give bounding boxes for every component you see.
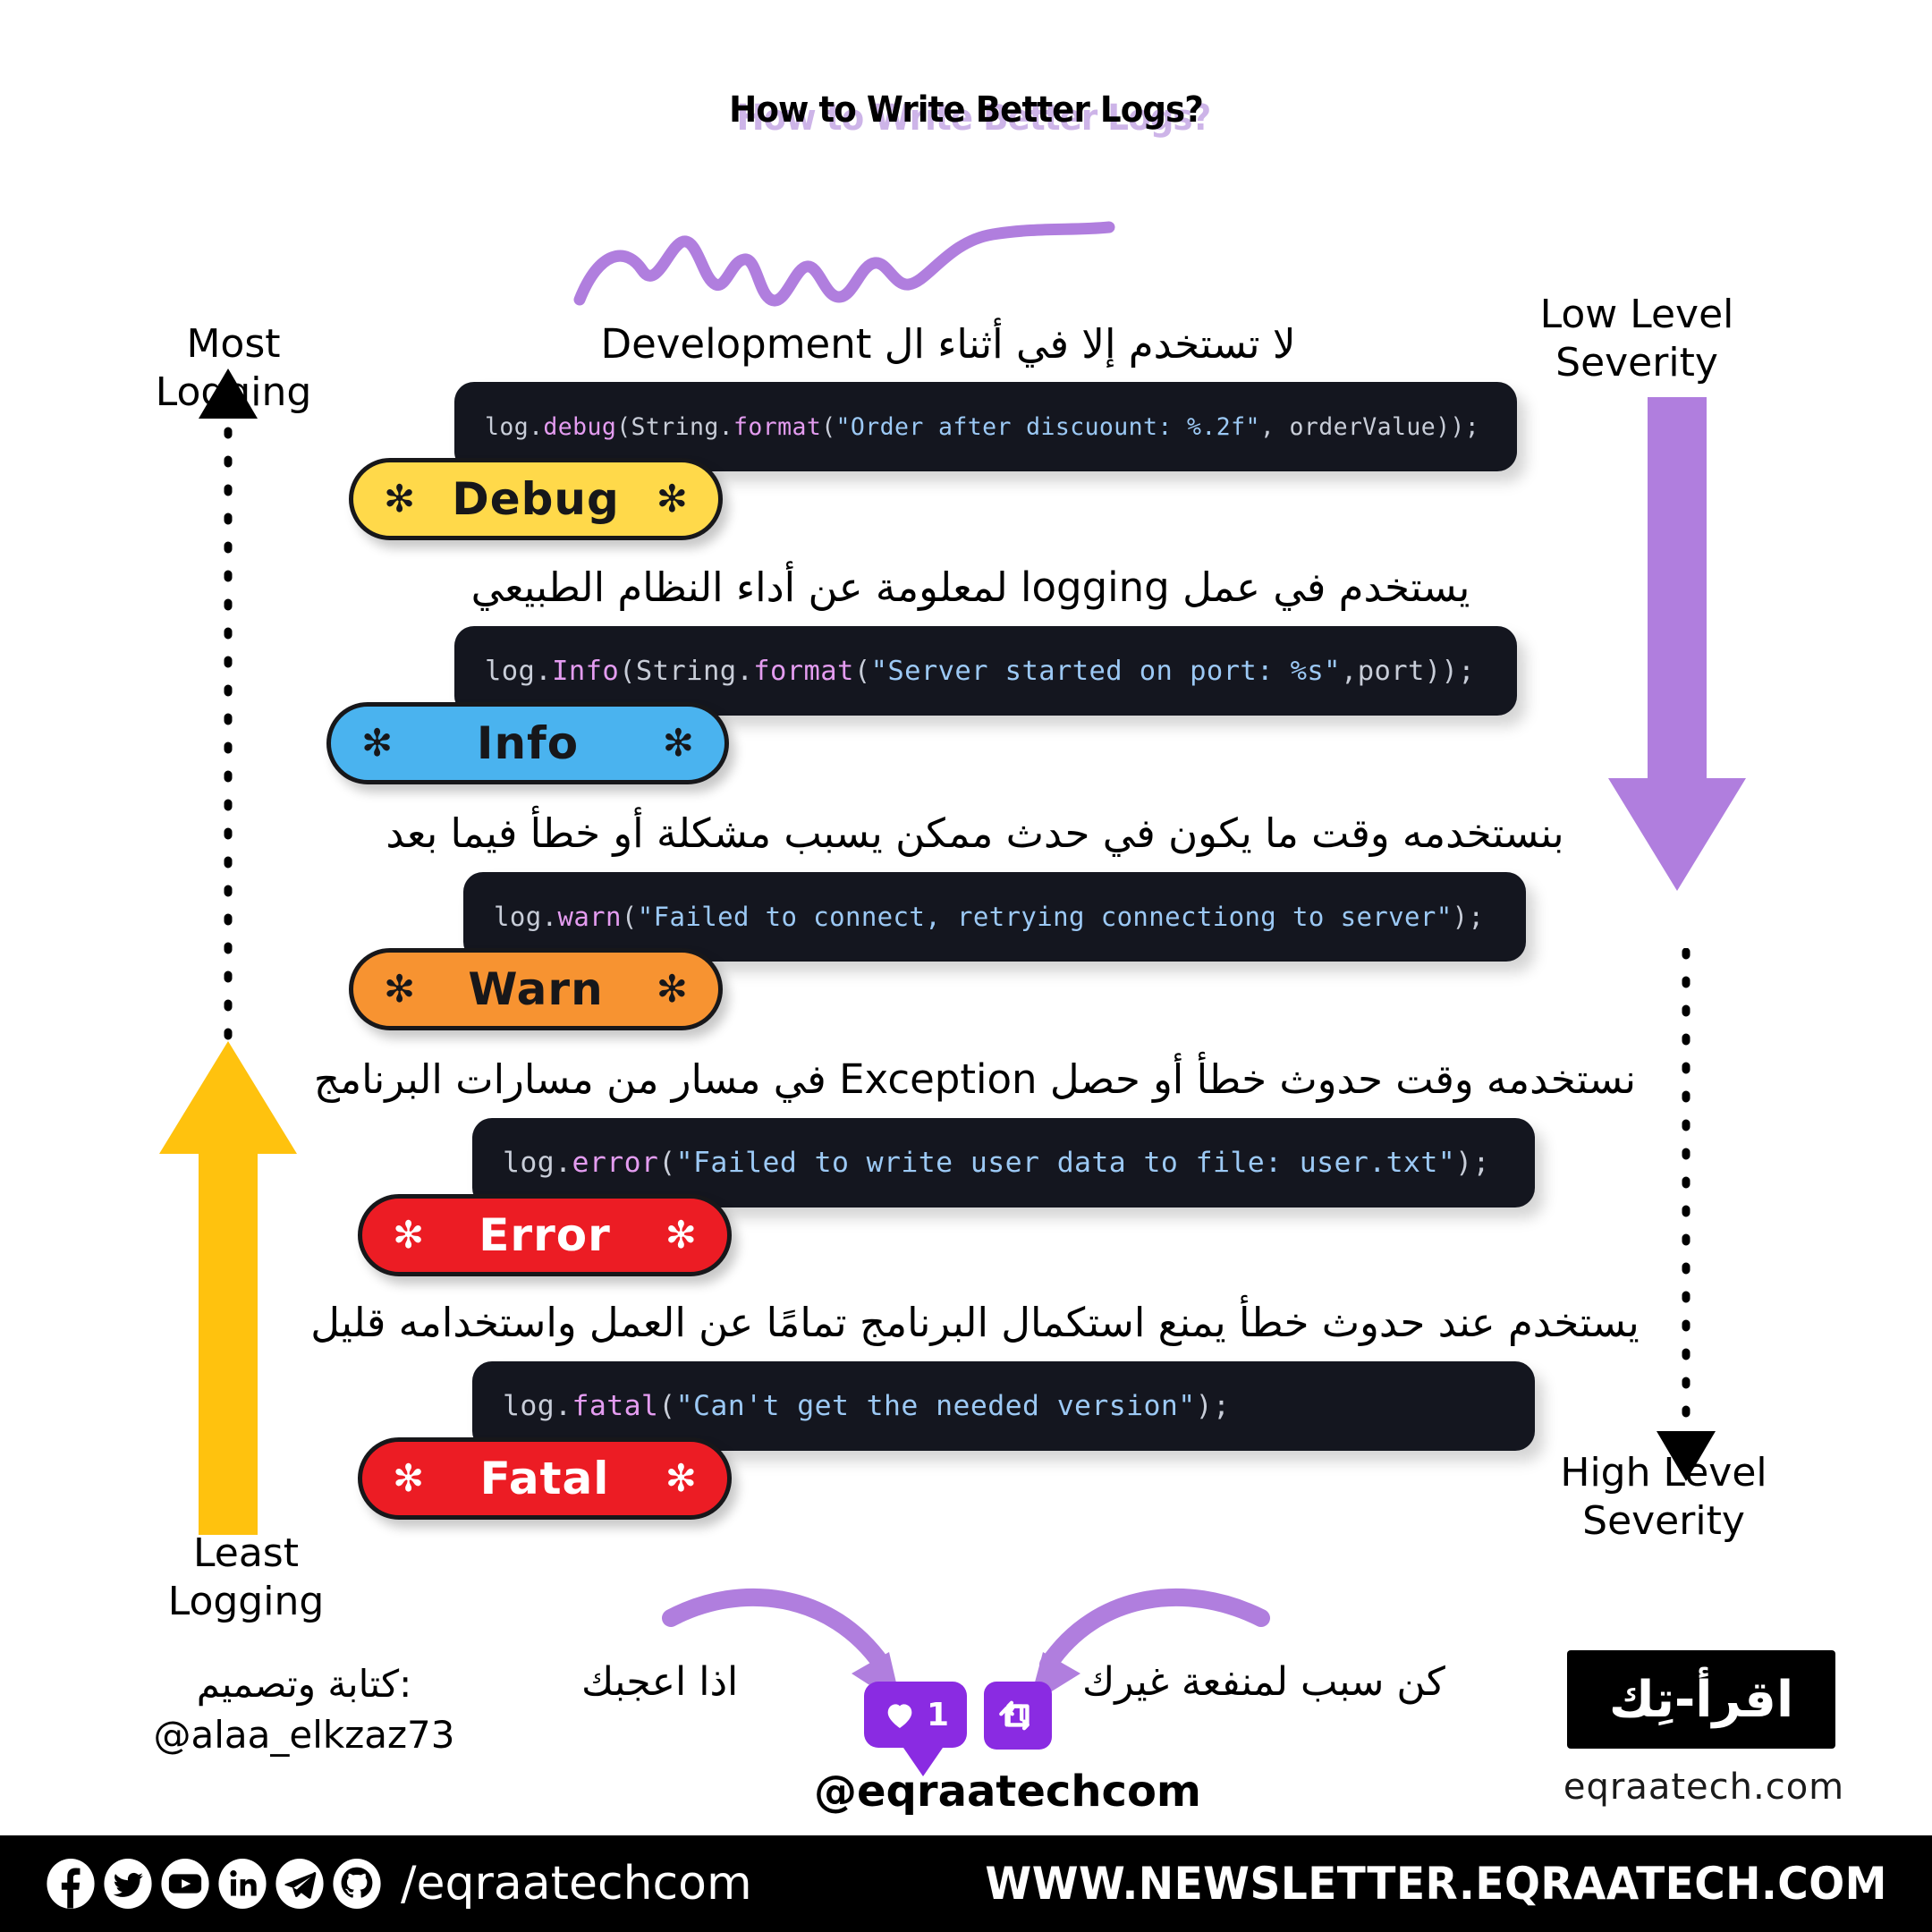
code-token: ); bbox=[1455, 1147, 1490, 1179]
telegram-icon[interactable] bbox=[274, 1858, 326, 1910]
code-token: log. bbox=[485, 412, 544, 441]
asterisk-icon: ✻ bbox=[656, 477, 688, 521]
repost-icon bbox=[999, 1700, 1030, 1731]
code-token: ( bbox=[658, 1390, 676, 1422]
footer-website: WWW.NEWSLETTER.EQRAATECH.COM bbox=[985, 1858, 1887, 1910]
level-badge-error[interactable]: ✻ Error ✻ bbox=[358, 1194, 732, 1276]
level-badge-info[interactable]: ✻ Info ✻ bbox=[326, 702, 729, 784]
code-token: (String. bbox=[619, 655, 754, 687]
code-token: ); bbox=[1195, 1390, 1231, 1422]
code-line-warn: log.warn("Failed to connect, retrying co… bbox=[494, 902, 1484, 932]
code-token: ); bbox=[1452, 902, 1485, 932]
footer-bar: /eqraatechcom WWW.NEWSLETTER.EQRAATECH.C… bbox=[0, 1835, 1932, 1932]
code-token: (String. bbox=[616, 412, 734, 441]
code-token: "Failed to write user data to file: user… bbox=[675, 1147, 1456, 1179]
level-badge-label: Info bbox=[476, 717, 580, 769]
code-token: Info bbox=[552, 655, 620, 687]
level-badge-warn[interactable]: ✻ Warn ✻ bbox=[349, 948, 723, 1030]
code-token: "Server started on port: %s" bbox=[870, 655, 1341, 687]
like-count: 1 bbox=[927, 1696, 950, 1733]
level-description-debug: لا تستخدم إلا في أثناء ال Development bbox=[600, 320, 1296, 368]
asterisk-icon: ✻ bbox=[393, 1456, 425, 1500]
least-logging-yellow-arrow bbox=[159, 1041, 297, 1535]
level-badge-fatal[interactable]: ✻ Fatal ✻ bbox=[358, 1437, 732, 1520]
asterisk-icon: ✻ bbox=[393, 1213, 425, 1257]
code-token: format bbox=[753, 655, 854, 687]
code-token: ( bbox=[821, 412, 836, 441]
asterisk-icon: ✻ bbox=[665, 1213, 697, 1257]
footer-handle: /eqraatechcom bbox=[401, 1857, 752, 1911]
level-description-error: نستخدمه وقت حدوث خطأ أو حصل Exception في… bbox=[313, 1055, 1637, 1103]
design-credit: كتابة وتصميم: @alaa_elkzaz73 bbox=[153, 1662, 455, 1757]
code-token: ( bbox=[658, 1147, 676, 1179]
asterisk-icon: ✻ bbox=[662, 721, 694, 765]
code-line-debug: log.debug(String.format("Order after dis… bbox=[485, 413, 1479, 441]
level-description-info: يستخدم في عمل logging لمعلومة عن أداء ال… bbox=[470, 564, 1470, 611]
code-line-fatal: log.fatal("Can't get the needed version"… bbox=[503, 1390, 1230, 1422]
code-token: error bbox=[572, 1147, 659, 1179]
heart-icon bbox=[887, 1704, 912, 1728]
level-badge-label: Warn bbox=[468, 963, 604, 1015]
level-badge-label: Debug bbox=[452, 473, 620, 525]
level-description-fatal: يستخدم عند حدوث خطأ يمنع استكمال البرنام… bbox=[310, 1299, 1640, 1346]
asterisk-icon: ✻ bbox=[384, 477, 416, 521]
code-token: format bbox=[733, 412, 822, 441]
code-token: , orderValue)); bbox=[1259, 412, 1480, 441]
asterisk-icon: ✻ bbox=[384, 967, 416, 1011]
code-token: debug bbox=[543, 412, 617, 441]
linkedin-icon[interactable] bbox=[216, 1858, 268, 1910]
code-line-error: log.error("Failed to write user data to … bbox=[503, 1147, 1490, 1179]
code-token: log. bbox=[485, 655, 553, 687]
twitter-icon[interactable] bbox=[102, 1858, 154, 1910]
asterisk-icon: ✻ bbox=[656, 967, 688, 1011]
facebook-icon[interactable] bbox=[45, 1858, 97, 1910]
code-token: "Failed to connect, retrying connectiong… bbox=[637, 902, 1453, 932]
level-badge-debug[interactable]: ✻ Debug ✻ bbox=[349, 458, 723, 540]
footer-socials: /eqraatechcom bbox=[45, 1857, 752, 1911]
code-token: ( bbox=[621, 902, 638, 932]
youtube-icon[interactable] bbox=[159, 1858, 211, 1910]
code-token: fatal bbox=[572, 1390, 659, 1422]
code-token: warn bbox=[557, 902, 622, 932]
like-cta-text: اذا اعجبك bbox=[581, 1659, 739, 1705]
like-button[interactable]: 1 bbox=[864, 1682, 968, 1748]
level-badge-label: Fatal bbox=[479, 1453, 610, 1504]
code-token: log. bbox=[503, 1147, 572, 1179]
eqraatech-logo-arabic: اقرأ-تِك bbox=[1608, 1670, 1794, 1729]
code-token: log. bbox=[494, 902, 558, 932]
high-severity-dotted-axis bbox=[1657, 948, 1716, 1481]
code-token: "Can't get the needed version" bbox=[675, 1390, 1196, 1422]
level-description-warn: بنستخدمه وقت ما يكون في حدث ممكن يسبب مش… bbox=[386, 809, 1564, 857]
code-token: log. bbox=[503, 1390, 572, 1422]
eqraatech-handle: @eqraatechcom bbox=[814, 1767, 1201, 1817]
asterisk-icon: ✻ bbox=[665, 1456, 697, 1500]
code-token: ,port)); bbox=[1340, 655, 1476, 687]
eqraatech-logo-url: eqraatech.com bbox=[1563, 1767, 1845, 1808]
least-logging-label: Least Logging bbox=[167, 1530, 325, 1624]
code-token: ( bbox=[853, 655, 871, 687]
page-title: How to Write Better Logs? bbox=[729, 89, 1204, 131]
level-badge-label: Error bbox=[479, 1209, 611, 1261]
repost-button[interactable] bbox=[984, 1682, 1052, 1750]
repost-cta-text: كن سبب لمنفعة غيرك bbox=[1082, 1659, 1445, 1705]
code-line-info: log.Info(String.format("Server started o… bbox=[485, 656, 1475, 687]
title-underline-squiggle bbox=[573, 221, 1115, 307]
github-icon[interactable] bbox=[331, 1858, 383, 1910]
asterisk-icon: ✻ bbox=[361, 721, 394, 765]
code-token: "Order after discuount: %.2f" bbox=[835, 412, 1260, 441]
eqraatech-logo: اقرأ-تِك bbox=[1567, 1650, 1835, 1749]
